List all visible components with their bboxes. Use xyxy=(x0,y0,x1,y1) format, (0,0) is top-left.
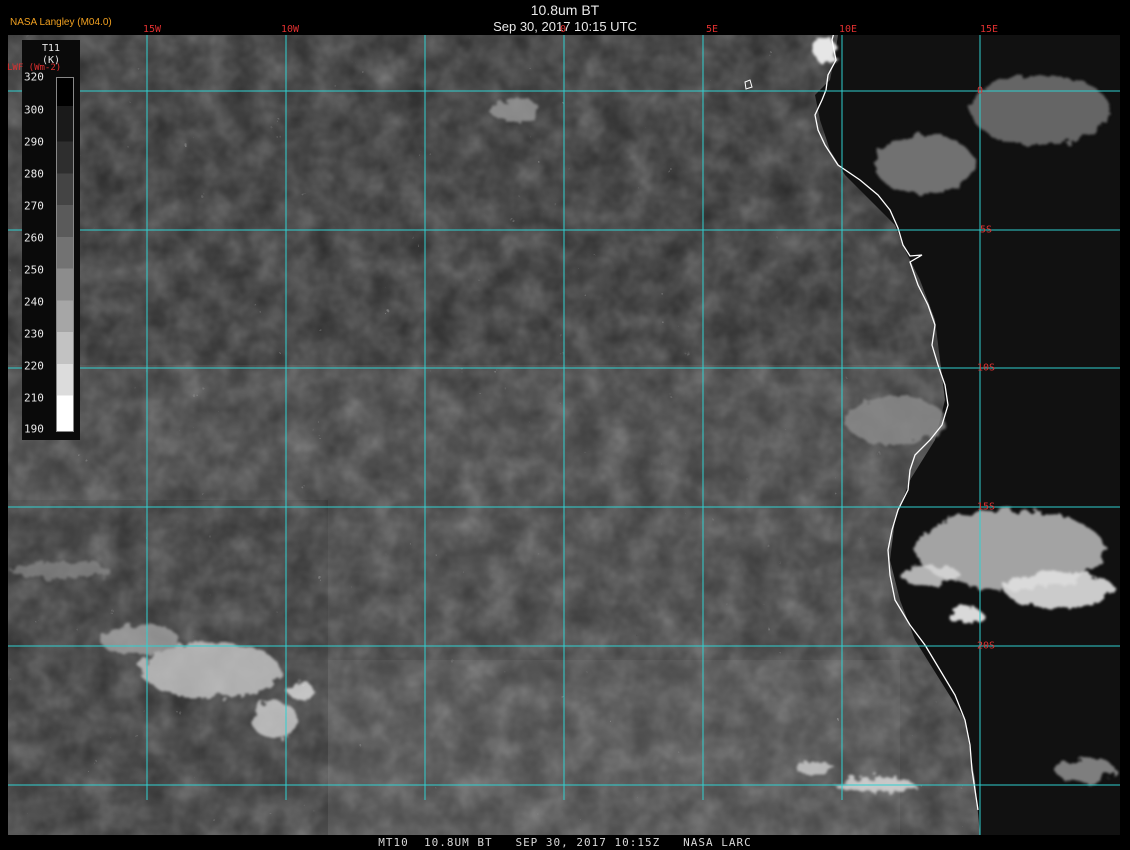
lat-label-20s: 20S xyxy=(976,640,996,652)
credit-label: NASA Langley (M04.0) xyxy=(10,17,112,28)
legend-variable: T11 xyxy=(41,43,61,54)
footer-caption: MT10 10.8UM BT SEP 30, 2017 10:15Z NASA … xyxy=(378,836,752,849)
legend-tick: 300 xyxy=(24,103,44,117)
lon-label-10e: 10E xyxy=(838,24,858,35)
legend-tick: 260 xyxy=(24,231,44,245)
cloud-coast-angola-4 xyxy=(947,607,983,623)
cloud-north-mid xyxy=(490,98,540,122)
satellite-viewer: 10.8um BT Sep 30, 2017 10:15 UTC NASA La… xyxy=(0,0,1130,850)
lon-label-15e: 15E xyxy=(979,24,999,35)
cloud-southwest-3 xyxy=(253,700,297,740)
cloud-coast-angola-3 xyxy=(900,565,960,585)
legend-tick: 320 xyxy=(24,70,44,84)
legend-tick: 190 xyxy=(24,422,44,436)
cloud-west-streak xyxy=(10,562,110,578)
legend-tick: 210 xyxy=(24,391,44,405)
cloud-far-se xyxy=(1055,758,1115,782)
legend-tick: 270 xyxy=(24,199,44,213)
lon-label-15w: 15W xyxy=(142,24,162,35)
cloud-south-streak-2 xyxy=(795,762,835,774)
colorbar-scale xyxy=(56,77,74,432)
legend-tick: 220 xyxy=(24,359,44,373)
lat-label-15s: 15S xyxy=(976,501,996,513)
satellite-map[interactable] xyxy=(0,0,1130,850)
cloud-southwest-4 xyxy=(288,680,312,700)
legend-tick: 280 xyxy=(24,167,44,181)
legend-tick: 240 xyxy=(24,295,44,309)
lat-label-10s: 10S xyxy=(976,362,996,374)
lat-label-5s: 5S xyxy=(979,224,993,236)
lon-label-10w: 10W xyxy=(280,24,300,35)
cloud-southwest-2 xyxy=(100,626,180,654)
legend-tick: 230 xyxy=(24,327,44,341)
lat-label-0: 0 xyxy=(976,85,984,97)
lon-label-5e: 5E xyxy=(705,24,719,35)
legend-tick: 250 xyxy=(24,263,44,277)
lon-label-0: 0 xyxy=(559,24,567,35)
legend-tick: 290 xyxy=(24,135,44,149)
image-title: 10.8um BT xyxy=(530,2,600,18)
cloud-north-east xyxy=(970,75,1110,145)
cloud-coast-angola-2 xyxy=(1005,572,1115,608)
cloud-gabon xyxy=(875,135,975,195)
cloud-coast-mid xyxy=(845,395,945,445)
